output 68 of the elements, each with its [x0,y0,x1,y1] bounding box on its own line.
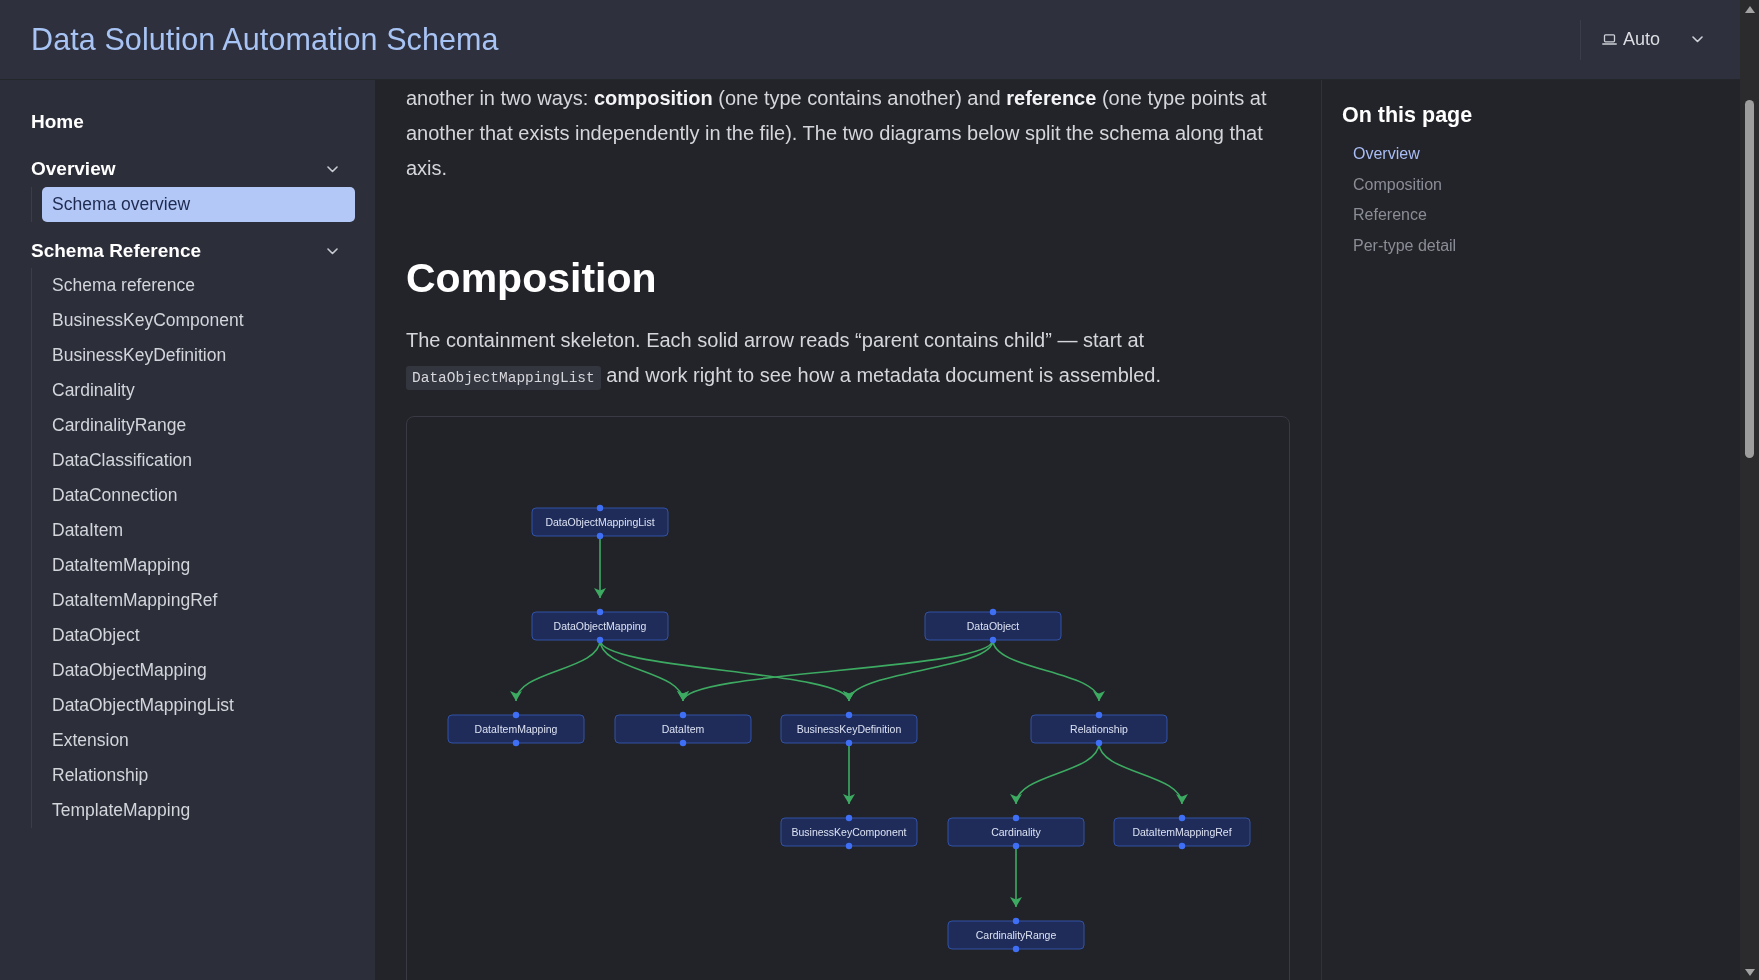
handle-icon [1095,739,1103,747]
nav-item[interactable]: Schema overview [42,187,355,222]
diagram-node: Relationship [1030,714,1168,744]
handle-icon [679,739,687,747]
handle-icon [845,739,853,747]
nav-item[interactable]: DataItemMapping [42,548,191,583]
nav-item[interactable]: DataObjectMappingList [42,688,234,723]
handle-icon [1012,917,1020,925]
nav-item[interactable]: DataClassification [42,443,193,478]
handle-icon [845,814,853,822]
nav-item[interactable]: DataConnection [42,478,178,513]
toc-link[interactable]: Overview [1353,139,1420,170]
handle-icon [596,504,604,512]
nav-item[interactable]: TemplateMapping [42,793,191,828]
diagram-node: CardinalityRange [947,920,1085,950]
handle-icon [845,711,853,719]
handle-icon [989,608,997,616]
diagram-node: DataObjectMappingList [531,507,669,537]
nav-item[interactable]: Relationship [42,758,149,793]
diagram-node: DataItemMappingRef [1113,817,1251,847]
nav-item[interactable]: CardinalityRange [42,408,187,443]
paragraph-text: another in two ways: composition (one type contains another) and reference (one type points at another that exists independently in the file). The two diagrams below split the schema along that axis. [406,86,1268,181]
chevron-down-icon [1692,36,1703,43]
scroll-up-arrow-icon [1744,6,1755,13]
toc-link[interactable]: Composition [1353,169,1442,200]
handle-icon [1012,842,1020,850]
nav-item[interactable]: DataObject [42,618,140,653]
theme-select[interactable]: Auto [1601,29,1703,50]
diagram-node: DataObject [924,611,1062,641]
nav-item[interactable]: DataItemMappingRef [42,583,218,618]
section-toggle[interactable]: Schema Reference [31,236,355,266]
handle-icon [596,636,604,644]
scrollbar[interactable] [1740,0,1759,980]
nav-item[interactable]: Extension [42,723,129,758]
section-toggle[interactable]: Overview [31,154,355,184]
section-heading: Composition [406,254,657,303]
handle-icon [1178,842,1186,850]
nav-item[interactable]: BusinessKeyComponent [42,303,244,338]
diagram-node: Cardinality [947,817,1085,847]
site-title[interactable]: Data Solution Automation Schema [31,22,1580,57]
nav-item[interactable]: Cardinality [42,373,135,408]
toc-link[interactable]: Reference [1353,200,1427,231]
toc-title: On this page [1342,102,1473,129]
nav-item[interactable]: DataItem [42,513,123,548]
handle-icon [1012,945,1020,953]
nav-item[interactable]: DataObjectMapping [42,653,207,688]
diagram-node: BusinessKeyComponent [780,817,918,847]
scroll-down-arrow-icon [1744,969,1755,976]
handle-icon [1178,814,1186,822]
handle-icon [512,739,520,747]
diagram-node: DataItem [614,714,752,744]
handle-icon [1095,711,1103,719]
handle-icon [596,532,604,540]
nav-item[interactable]: Schema reference [42,268,195,303]
nav-link[interactable]: Home [31,110,84,134]
laptop-icon [1601,34,1617,45]
handle-icon [1012,814,1020,822]
paragraph-text: The containment skeleton. Each solid arrow reads “parent contains child” — start at DataObjectMappingList and work right to see how a metadata document is assembled. [406,323,1290,396]
diagram-node: DataItemMapping [447,714,585,744]
diagram-node: BusinessKeyDefinition [780,714,918,744]
diagram-node: DataObjectMapping [531,611,669,641]
handle-icon [845,842,853,850]
handle-icon [679,711,687,719]
scrollbar-thumb[interactable] [1745,100,1754,458]
toc-link[interactable]: Per-type detail [1353,230,1457,261]
nav-item[interactable]: BusinessKeyDefinition [42,338,227,373]
handle-icon [512,711,520,719]
handle-icon [596,608,604,616]
